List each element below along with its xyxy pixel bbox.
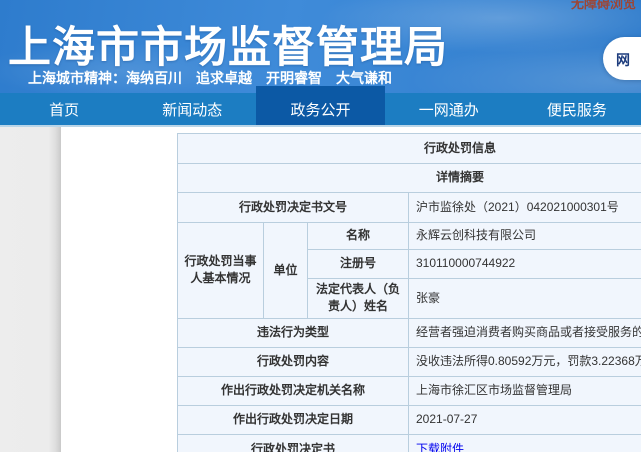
nav-item-news[interactable]: 新闻动态	[128, 93, 256, 125]
name-value: 永辉云创科技有限公司	[407, 222, 641, 250]
nav-item-services[interactable]: 便民服务	[513, 93, 641, 125]
violation-type-value: 经营者强迫消费者购买商品或者接受服务的	[407, 317, 641, 348]
decision-date-value: 2021-07-27	[407, 404, 641, 435]
doc-no-value: 沪市监徐处（2021）042021000301号	[407, 192, 641, 223]
penalty-content-label: 行政处罚内容	[177, 346, 409, 377]
table-title: 行政处罚信息	[176, 133, 641, 164]
authority-label: 作出行政处罚决定机关名称	[177, 375, 409, 406]
reg-no-value: 310110000744922	[407, 249, 641, 279]
nav-item-gov-affairs[interactable]: 政务公开	[256, 93, 385, 125]
floating-site-button-label: 网	[616, 52, 630, 68]
left-gutter	[0, 127, 61, 452]
penalty-content-value: 没收违法所得0.80592万元，罚款3.22368万元	[407, 346, 641, 377]
nav-item-home[interactable]: 首页	[0, 93, 128, 125]
decision-doc-label: 行政处罚决定书	[177, 433, 409, 452]
unit-label: 单位	[263, 222, 308, 319]
party-basic-info-label: 行政处罚当事人基本情况	[177, 222, 264, 319]
download-attachment-link[interactable]: 下载附件	[416, 442, 464, 452]
reg-no-label: 注册号	[307, 249, 409, 279]
name-label: 名称	[307, 222, 409, 250]
decision-doc-value: 下载附件	[407, 433, 641, 452]
penalty-info-table: 行政处罚信息 详情摘要 行政处罚决定书文号 沪市监徐处（2021）0420210…	[176, 133, 641, 452]
accessibility-link[interactable]: 无障碍浏览	[571, 0, 636, 12]
content-top-divider	[0, 125, 641, 127]
authority-value: 上海市徐汇区市场监督管理局	[407, 375, 641, 406]
site-title: 上海市市场监督管理局	[8, 24, 448, 72]
violation-type-label: 违法行为类型	[177, 317, 409, 348]
floating-site-button[interactable]: 网	[603, 37, 641, 80]
doc-no-label: 行政处罚决定书文号	[177, 192, 409, 223]
decision-date-label: 作出行政处罚决定日期	[177, 404, 409, 435]
page: 上海市市场监督管理局 上海城市精神：海纳百川 追求卓越 开明睿智 大气谦和 无障…	[0, 0, 641, 452]
nav-item-one-stop[interactable]: 一网通办	[385, 93, 513, 125]
table-subtitle: 详情摘要	[176, 163, 641, 193]
legal-rep-value: 张豪	[407, 278, 641, 319]
legal-rep-label: 法定代表人（负责人）姓名	[307, 278, 409, 319]
city-spirit-slogan: 上海城市精神：海纳百川 追求卓越 开明睿智 大气谦和	[28, 70, 392, 86]
site-banner: 上海市市场监督管理局 上海城市精神：海纳百川 追求卓越 开明睿智 大气谦和 无障…	[0, 0, 641, 93]
main-nav: 首页 新闻动态 政务公开 一网通办 便民服务	[0, 93, 641, 125]
